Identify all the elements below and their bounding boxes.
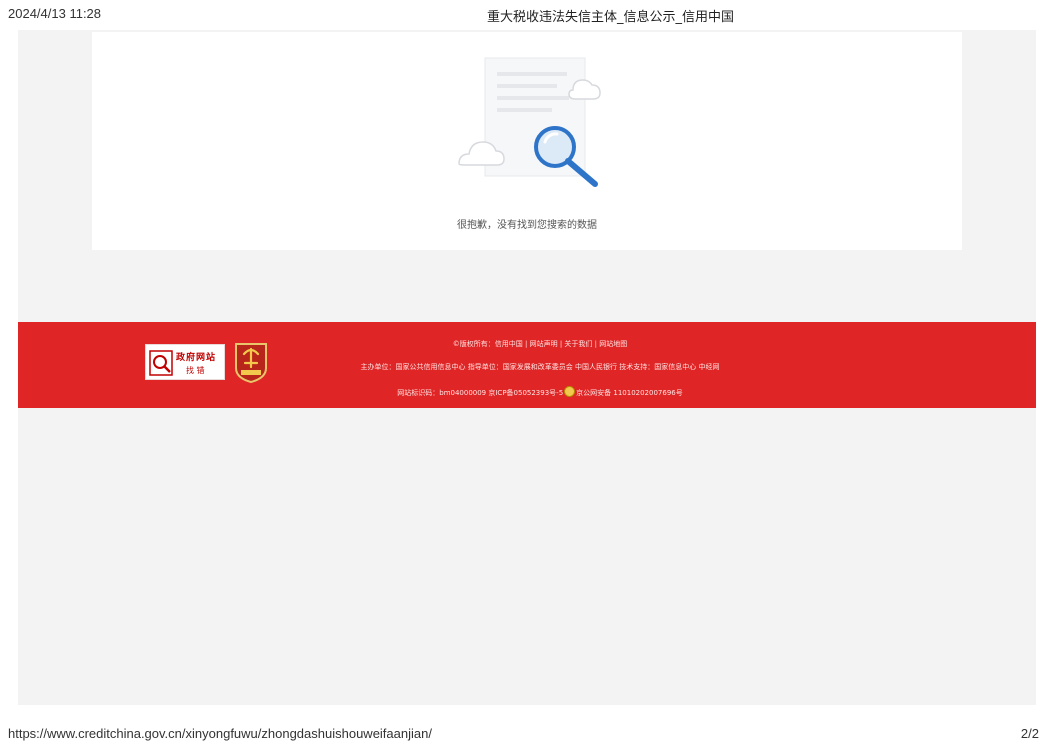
gov-badge-subtitle: 找 错	[186, 366, 205, 375]
footer-registration: 网站标识码：bm04000009 京ICP备05052393号-5 京公网安备 1…	[290, 386, 790, 398]
magnifier-icon	[149, 350, 173, 376]
print-page-title: 重大税收违法失信主体_信息公示_信用中国	[486, 10, 734, 25]
print-page-number: 2/2	[1020, 726, 1039, 741]
no-results-message: 很抱歉，没有找到您搜索的数据	[457, 220, 597, 231]
police-badge-icon	[564, 386, 576, 397]
footer-copyright-links[interactable]: ©版权所有：信用中国 | 网站声明 | 关于我们 | 网站地图	[290, 339, 790, 349]
gov-badge-title: 政府网站	[176, 353, 217, 363]
gov-website-error-badge[interactable]: 政府网站 找 错	[145, 344, 225, 380]
print-url: https://www.creditchina.gov.cn/xinyongfu…	[8, 726, 432, 741]
footer-organizers: 主办单位：国家公共信用信息中心 指导单位：国家发展和改革委员会 中国人民银行 技…	[360, 363, 720, 371]
footer-icp[interactable]: 网站标识码：bm04000009 京ICP备05052393号-5	[397, 389, 563, 397]
footer-police-record[interactable]: 京公网安备 11010202007696号	[576, 389, 683, 397]
document-magnifier-icon	[458, 57, 601, 187]
party-emblem-icon[interactable]	[233, 341, 269, 383]
